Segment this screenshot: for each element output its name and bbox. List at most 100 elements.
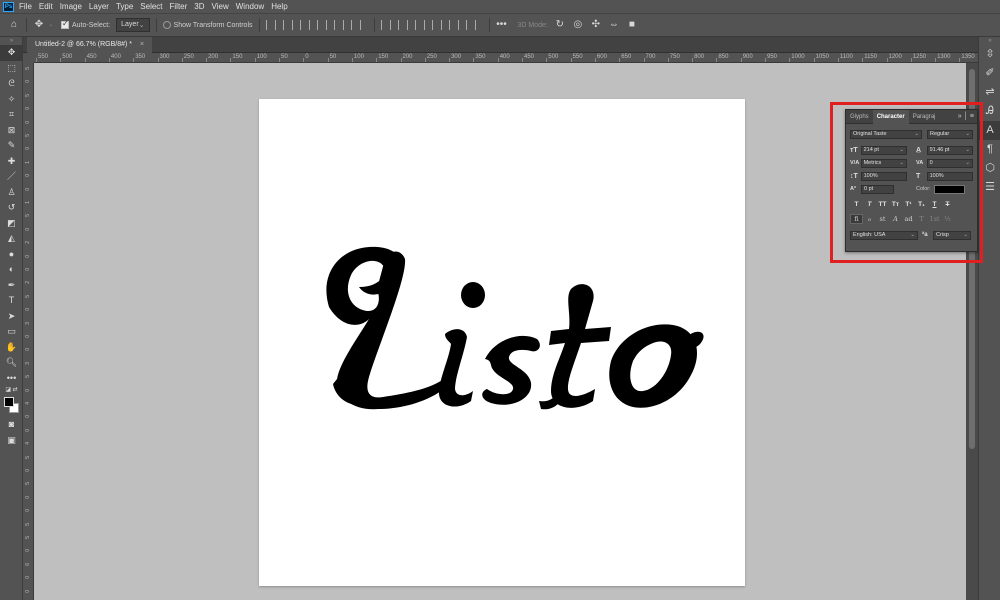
distribute-top-icon[interactable] [380, 20, 391, 30]
path-selection-tool-icon[interactable]: ➤ [0, 309, 23, 325]
menu-image[interactable]: Image [60, 0, 82, 13]
reset-colors-icon[interactable]: ◪ ⇄ [0, 386, 23, 395]
properties-panel-icon[interactable]: ☰ [979, 178, 1000, 197]
expand-toolbar-icon[interactable]: » [0, 37, 23, 45]
small-caps-button[interactable]: Tт [889, 201, 902, 208]
distribute-hcenter-icon[interactable] [448, 20, 459, 30]
menu-file[interactable]: File [19, 0, 32, 13]
subscript-button[interactable]: T₁ [915, 201, 928, 208]
close-icon[interactable]: × [140, 37, 144, 53]
fractions-button[interactable]: ½ [941, 215, 954, 223]
menu-type[interactable]: Type [116, 0, 133, 13]
dodge-tool-icon[interactable]: ◐ [0, 262, 23, 278]
adjustments-panel-icon[interactable]: ⇌ [979, 83, 1000, 102]
document-canvas[interactable] [259, 99, 745, 586]
all-caps-button[interactable]: TT [876, 201, 889, 208]
3d-panel-icon[interactable]: ⬡ [979, 159, 1000, 178]
menu-help[interactable]: Help [271, 0, 287, 13]
3d-slide-icon[interactable]: ⇔ [608, 19, 620, 31]
hand-tool-icon[interactable]: ✋ [0, 340, 23, 356]
distribute-vcenter-icon[interactable] [397, 20, 408, 30]
quick-mask-icon[interactable]: ◙ [0, 417, 23, 433]
stylistic-alternates-button[interactable]: ad [902, 215, 915, 223]
history-panel-icon[interactable]: ⇳ [979, 45, 1000, 64]
blur-tool-icon[interactable]: ● [0, 247, 23, 263]
anti-aliasing-dropdown[interactable]: Crisp ⌄ [933, 230, 971, 240]
tracking-dropdown[interactable]: 0 ⌄ [926, 158, 973, 168]
horizontal-scale-field[interactable]: 100% [926, 171, 973, 181]
text-color-swatch[interactable] [933, 184, 965, 194]
distribute-bottom-icon[interactable] [414, 20, 425, 30]
more-tools-icon[interactable]: ••• [0, 371, 23, 387]
glyphs-panel-icon[interactable]: Ꭿ [979, 102, 1000, 121]
lasso-tool-icon[interactable]: ᘓ [0, 76, 23, 92]
tab-character[interactable]: Character [872, 109, 909, 124]
faux-italic-button[interactable]: T [863, 201, 876, 208]
brush-tool-icon[interactable]: ／ [0, 169, 23, 185]
titling-alternates-button[interactable]: T [915, 215, 928, 223]
menu-edit[interactable]: Edit [39, 0, 53, 13]
3d-orbit-icon[interactable]: ↻ [554, 19, 566, 31]
3d-pan-icon[interactable]: ✣ [590, 19, 602, 31]
align-top-edges-icon[interactable] [316, 20, 327, 30]
distribute-right-icon[interactable] [465, 20, 476, 30]
more-options-icon[interactable]: ••• [496, 19, 508, 31]
faux-bold-button[interactable]: T [850, 201, 863, 208]
rectangle-tool-icon[interactable]: ▭ [0, 324, 23, 340]
frame-tool-icon[interactable]: ⊠ [0, 123, 23, 139]
auto-select-checkbox[interactable] [61, 19, 69, 29]
type-tool-icon[interactable]: T [0, 293, 23, 309]
auto-select-target-dropdown[interactable]: Layer ⌄ [116, 18, 150, 32]
canvas-pasteboard[interactable] [34, 63, 966, 600]
panel-menu-icon[interactable]: » │ ≡ [958, 113, 977, 120]
tab-glyphs[interactable]: Glyphs [846, 110, 873, 124]
menu-layer[interactable]: Layer [89, 0, 109, 13]
font-style-dropdown[interactable]: Regular ⌄ [927, 129, 973, 139]
clone-stamp-tool-icon[interactable]: ♙ [0, 185, 23, 201]
move-tool-icon[interactable]: ✥ [0, 45, 23, 61]
menu-window[interactable]: Window [236, 0, 264, 13]
align-right-edges-icon[interactable] [299, 20, 310, 30]
3d-camera-icon[interactable]: ■ [626, 19, 638, 31]
paint-bucket-tool-icon[interactable]: ◭ [0, 231, 23, 247]
menu-3d[interactable]: 3D [194, 0, 204, 13]
screen-mode-icon[interactable]: ▣ [0, 433, 23, 449]
menu-select[interactable]: Select [140, 0, 162, 13]
tab-paragraph[interactable]: Paragraj [909, 110, 940, 124]
font-family-dropdown[interactable]: Original Taste ⌄ [850, 129, 922, 139]
contextual-alternates-button[interactable]: ℴ [863, 215, 876, 223]
language-dropdown[interactable]: English: USA ⌄ [850, 230, 918, 240]
pen-tool-icon[interactable]: ✒ [0, 278, 23, 294]
home-icon[interactable]: ⌂ [8, 19, 20, 31]
foreground-color-swatch[interactable] [4, 397, 14, 407]
menu-filter[interactable]: Filter [170, 0, 188, 13]
character-panel-icon[interactable]: A [979, 121, 1000, 140]
show-transform-controls-checkbox[interactable] [162, 21, 171, 29]
color-swatches[interactable] [0, 395, 22, 417]
font-size-field[interactable]: 214 pt ⌄ [860, 145, 907, 155]
magic-wand-tool-icon[interactable]: ✧ [0, 92, 23, 108]
eraser-tool-icon[interactable]: ◩ [0, 216, 23, 232]
ordinals-button[interactable]: 1st [928, 215, 941, 223]
eyedropper-tool-icon[interactable]: ✎ [0, 138, 23, 154]
move-tool-icon[interactable]: ✥ [33, 19, 45, 31]
underline-button[interactable]: T [928, 201, 941, 208]
align-vertical-centers-icon[interactable] [333, 20, 344, 30]
align-bottom-edges-icon[interactable] [350, 20, 361, 30]
baseline-shift-field[interactable]: 0 pt [861, 184, 894, 194]
discretionary-ligatures-button[interactable]: st [876, 215, 889, 223]
standard-ligatures-button[interactable]: fi [850, 214, 863, 224]
kerning-dropdown[interactable]: Metrics ⌄ [860, 158, 907, 168]
align-horizontal-centers-icon[interactable] [282, 20, 293, 30]
crop-tool-icon[interactable]: ⌗ [0, 107, 23, 123]
distribute-left-icon[interactable] [431, 20, 442, 30]
paragraph-panel-icon[interactable]: ¶ [979, 140, 1000, 159]
marquee-tool-icon[interactable]: ⬚ [0, 61, 23, 77]
leading-field[interactable]: 91.46 pt ⌄ [926, 145, 973, 155]
vertical-scale-field[interactable]: 100% [860, 171, 907, 181]
healing-brush-tool-icon[interactable]: ✚ [0, 154, 23, 170]
swash-button[interactable]: A [889, 215, 902, 223]
history-brush-tool-icon[interactable]: ↺ [0, 200, 23, 216]
menu-view[interactable]: View [212, 0, 229, 13]
document-tab[interactable]: Untitled-2 @ 66.7% (RGB/8#) * × [27, 37, 153, 53]
